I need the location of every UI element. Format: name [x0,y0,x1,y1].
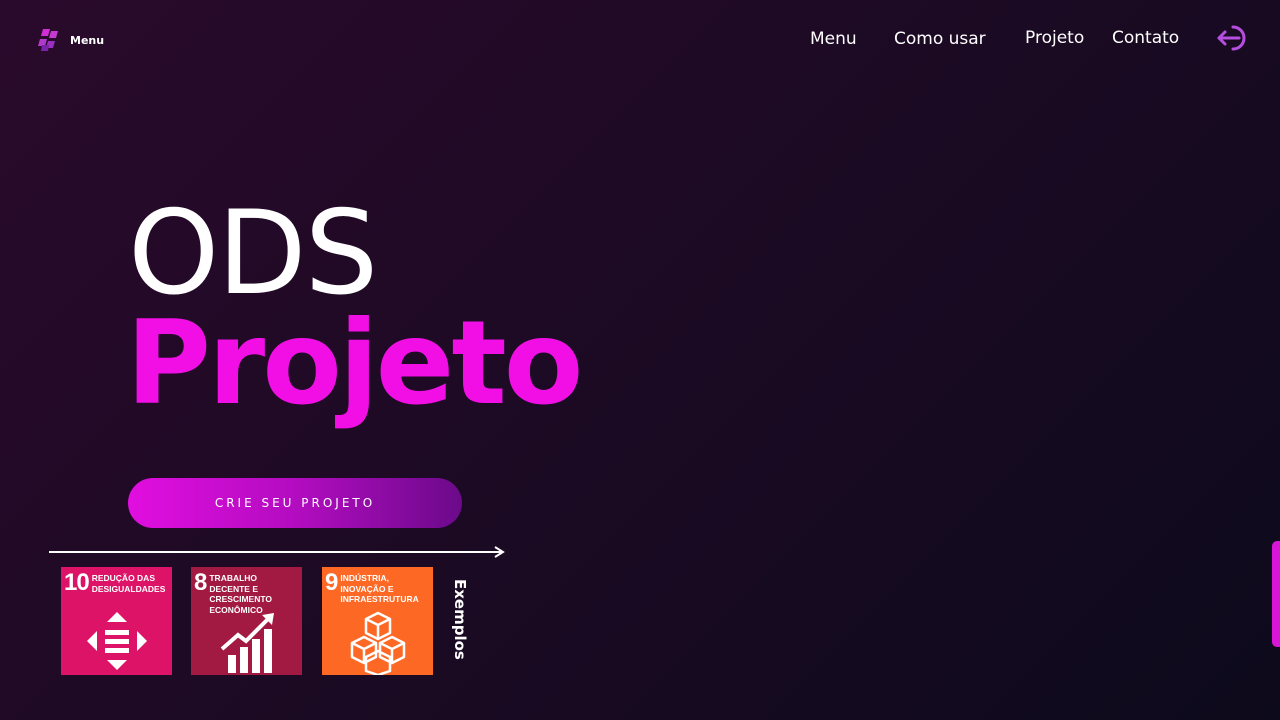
hero-title-ods: ODS [128,186,378,321]
sdg-card-10[interactable]: 10 Redução das desigualdades [61,567,172,675]
sdg-number: 9 [325,569,338,596]
growth-chart-icon [220,613,274,673]
examples-label: Exemplos [451,579,469,660]
sdg-number: 10 [64,569,90,596]
sdg-label: Redução das desigualdades [91,573,166,594]
logout-button[interactable] [1216,23,1252,57]
nav-projeto[interactable]: Projeto [1025,28,1084,48]
side-scroll-handle[interactable] [1272,541,1280,647]
cubes-icon [350,611,405,675]
sdg-card-8[interactable]: 8 Trabalho decente e crescimento econômi… [191,567,302,675]
top-nav: Menu Como usar Projeto Contato [0,27,1280,51]
sdg-label: Indústria, inovação e infraestrutura [340,573,419,605]
create-project-button[interactable]: CRIE SEU PROJETO [128,478,462,528]
nav-menu[interactable]: Menu [810,29,857,49]
logout-arrow-icon [1217,25,1246,51]
sdg-number: 8 [194,569,207,596]
right-arrow-icon [49,546,505,558]
hero-title-projeto: Projeto [126,296,583,431]
sdg-card-9[interactable]: 9 Indústria, inovação e infraestrutura [322,567,433,675]
nav-como-usar[interactable]: Como usar [894,29,986,49]
nav-contato[interactable]: Contato [1112,28,1179,48]
equality-arrows-icon [86,612,147,670]
